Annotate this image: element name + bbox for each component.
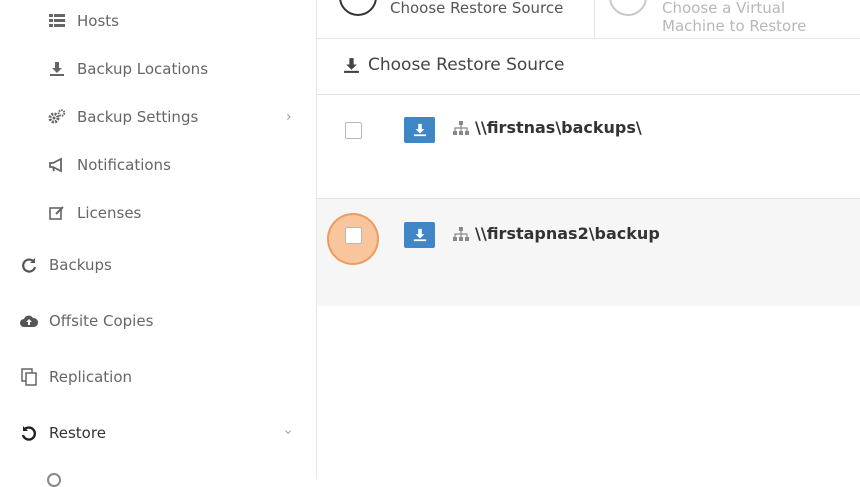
download-button[interactable] (404, 117, 435, 143)
sidebar-item-label: Hosts (77, 12, 119, 30)
main-content: Choose Restore Source Choose a Virtual M… (317, 0, 860, 479)
step-2-label-line1: Choose a Virtual (662, 0, 786, 17)
sidebar-item-backup-locations[interactable]: Backup Locations (47, 59, 208, 79)
sitemap-icon (453, 120, 469, 135)
list-icon (47, 11, 67, 31)
source-path-text: \\firstnas\backups\ (475, 118, 642, 137)
undo-icon (19, 423, 39, 443)
sidebar-item-label: Notifications (77, 156, 171, 174)
section-title-text: Choose Restore Source (368, 55, 565, 75)
download-icon (343, 57, 360, 74)
sidebar-item-replication[interactable]: Replication (19, 367, 132, 387)
chevron-right-icon[interactable]: › (286, 109, 292, 125)
sidebar-item-label: Backup Settings (77, 108, 199, 126)
gears-icon (47, 107, 67, 127)
row-checkbox[interactable] (345, 122, 362, 139)
source-path: \\firstnas\backups\ (453, 118, 642, 137)
sidebar-item-licenses[interactable]: Licenses (47, 203, 141, 223)
section-title: Choose Restore Source (343, 55, 564, 75)
sidebar-item-label: Offsite Copies (49, 312, 154, 330)
edit-icon (47, 203, 67, 223)
sidebar-item-restore[interactable]: Restore (19, 423, 106, 443)
sidebar-item-label: Backups (49, 256, 112, 274)
chevron-down-icon[interactable]: › (280, 429, 296, 435)
download-icon (413, 123, 426, 137)
download-button[interactable] (404, 222, 435, 248)
download-icon (47, 59, 67, 79)
step-1-label[interactable]: Choose Restore Source (390, 0, 563, 17)
sidebar-item-notifications[interactable]: Notifications (47, 155, 171, 175)
copy-icon (19, 367, 39, 387)
wizard-steps: Choose Restore Source Choose a Virtual M… (317, 0, 860, 39)
refresh-icon (19, 255, 39, 275)
bullhorn-icon (47, 155, 67, 175)
step-2-label[interactable]: Choose a Virtual Machine to Restore (662, 0, 806, 35)
step-1-circle (339, 0, 377, 16)
table-row[interactable]: \\firstnas\backups\ (317, 95, 860, 198)
source-path: \\firstapnas2\backup (453, 224, 660, 243)
sitemap-icon (453, 226, 469, 241)
sidebar-item-offsite-copies[interactable]: Offsite Copies (19, 311, 153, 331)
step-divider (594, 0, 595, 38)
table-row[interactable]: \\firstapnas2\backup (317, 199, 860, 306)
sidebar-item-label: Replication (49, 368, 133, 386)
sidebar-item-backup-settings[interactable]: Backup Settings (47, 107, 198, 127)
sidebar-item-label: Licenses (77, 204, 142, 222)
step-2-circle (609, 0, 647, 16)
row-checkbox[interactable] (345, 227, 362, 244)
step-2-label-line2: Machine to Restore (662, 17, 807, 35)
sidebar-item-backups[interactable]: Backups (19, 255, 112, 275)
cloud-upload-icon (19, 311, 39, 331)
sidebar-item-hosts[interactable]: Hosts (47, 11, 119, 31)
sidebar-item-label: Restore (49, 424, 106, 442)
download-icon (413, 228, 426, 242)
sidebar: Hosts Backup Locations Backup Settings ›… (0, 0, 317, 487)
sidebar-item-label: Backup Locations (77, 60, 209, 78)
source-path-text: \\firstapnas2\backup (475, 224, 660, 243)
sub-item-icon (47, 473, 61, 487)
